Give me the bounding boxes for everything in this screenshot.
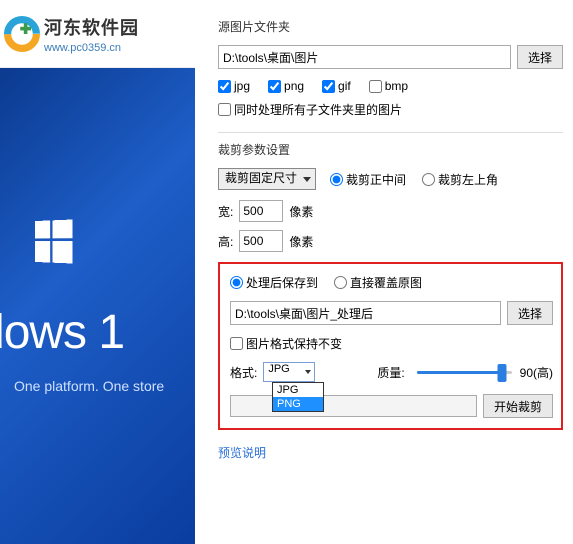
format-option-jpg[interactable]: JPG: [273, 383, 323, 397]
divider: [218, 132, 563, 133]
format-dropdown: JPG PNG: [272, 382, 324, 412]
source-section-title: 源图片文件夹: [218, 18, 563, 35]
width-label: 宽:: [218, 203, 233, 220]
height-input[interactable]: [239, 230, 283, 252]
quality-value: 90(高): [520, 364, 553, 381]
crop-center-radio[interactable]: 裁剪正中间: [330, 171, 406, 188]
keep-format-checkbox[interactable]: 图片格式保持不变: [230, 335, 553, 352]
height-unit: 像素: [289, 233, 313, 250]
width-input[interactable]: [239, 200, 283, 222]
overwrite-radio[interactable]: 直接覆盖原图: [334, 274, 422, 291]
format-select[interactable]: JPG: [263, 362, 315, 382]
output-select-button[interactable]: 选择: [507, 301, 553, 325]
progress-bar: [230, 395, 477, 417]
output-group: 处理后保存到 直接覆盖原图 选择 图片格式保持不变 格式: JPG JPG PN…: [218, 262, 563, 430]
source-select-button[interactable]: 选择: [517, 45, 563, 69]
windows-subtitle: One platform. One store: [14, 378, 195, 394]
quality-slider[interactable]: [417, 371, 512, 374]
crop-section-title: 裁剪参数设置: [218, 141, 563, 158]
windows-brand-text: dows 1: [0, 305, 195, 360]
save-to-radio[interactable]: 处理后保存到: [230, 274, 318, 291]
preview-panel: dows 1 One platform. One store: [0, 68, 195, 544]
subfolder-checkbox[interactable]: 同时处理所有子文件夹里的图片: [218, 101, 563, 118]
format-jpg-checkbox[interactable]: jpg: [218, 79, 250, 93]
output-path-input[interactable]: [230, 301, 501, 325]
settings-panel: 源图片文件夹 选择 jpg png gif bmp 同时处理所有子文件夹里的图片…: [200, 0, 573, 544]
site-title: 河东软件园: [44, 14, 139, 40]
windows-logo-icon: [35, 214, 195, 269]
format-bmp-checkbox[interactable]: bmp: [369, 79, 408, 93]
crop-topleft-radio[interactable]: 裁剪左上角: [422, 171, 498, 188]
format-option-png[interactable]: PNG: [273, 397, 323, 411]
source-path-input[interactable]: [218, 45, 511, 69]
start-crop-button[interactable]: 开始裁剪: [483, 394, 553, 418]
format-label: 格式:: [230, 364, 257, 381]
preview-help-link[interactable]: 预览说明: [218, 444, 266, 461]
crop-mode-select[interactable]: 裁剪固定尺寸: [218, 168, 316, 190]
quality-label: 质量:: [377, 364, 404, 381]
width-unit: 像素: [289, 203, 313, 220]
watermark-banner: 河东软件园 www.pc0359.cn: [0, 0, 195, 68]
height-label: 高:: [218, 233, 233, 250]
slider-thumb-icon[interactable]: [498, 364, 507, 382]
site-url: www.pc0359.cn: [44, 42, 139, 54]
format-png-checkbox[interactable]: png: [268, 79, 304, 93]
format-gif-checkbox[interactable]: gif: [322, 79, 351, 93]
site-logo-icon: [4, 16, 40, 52]
